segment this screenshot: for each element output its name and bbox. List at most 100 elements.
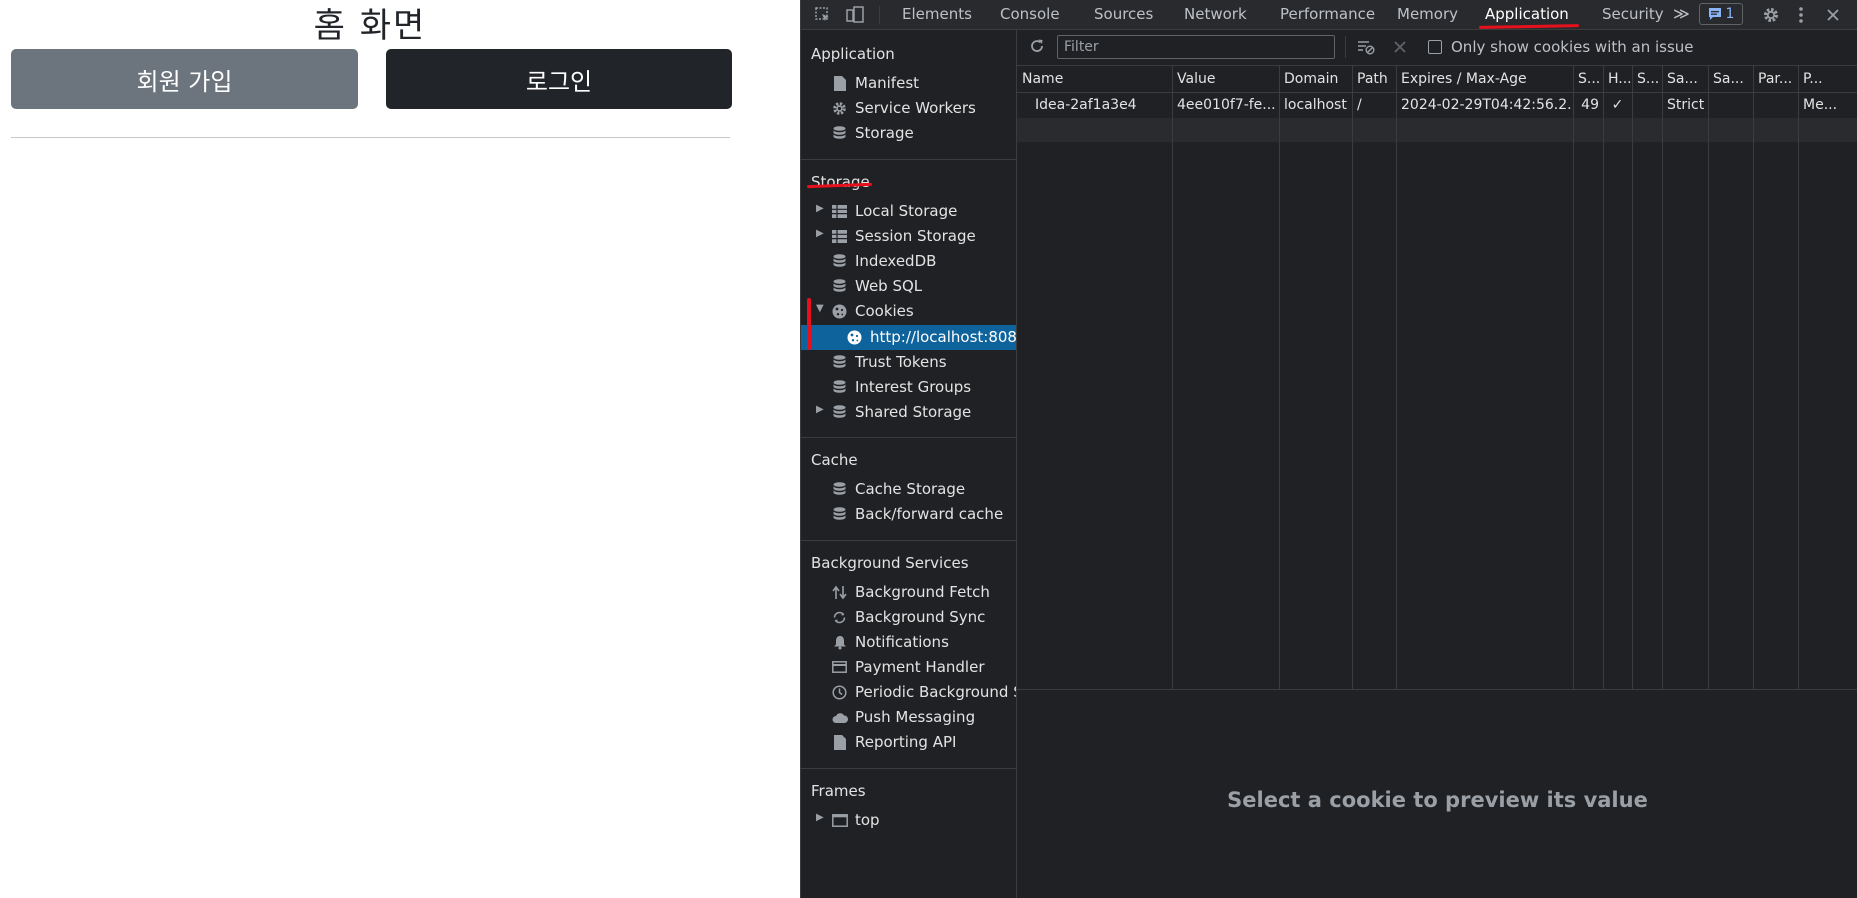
column-header-expires[interactable]: Expires / Max-Age bbox=[1396, 66, 1573, 93]
tab-elements[interactable]: Elements bbox=[902, 0, 972, 29]
sidebar-item-cache-storage[interactable]: Cache Storage bbox=[801, 477, 1016, 502]
sidebar-item-notifications[interactable]: Notifications bbox=[801, 630, 1016, 655]
sidebar-item-storage-overview[interactable]: Storage bbox=[801, 121, 1016, 146]
column-header-secure[interactable]: S... bbox=[1632, 66, 1662, 93]
filter-input[interactable] bbox=[1057, 35, 1335, 59]
sidebar-item-label: Payment Handler bbox=[855, 658, 985, 676]
sidebar-item-service-workers[interactable]: Service Workers bbox=[801, 96, 1016, 121]
cloud-icon bbox=[831, 708, 848, 726]
column-divider bbox=[1632, 66, 1633, 689]
signup-button[interactable]: 회원 가입 bbox=[11, 49, 358, 109]
only-issues-label: Only show cookies with an issue bbox=[1451, 38, 1694, 56]
sidebar-item-interest-groups[interactable]: Interest Groups bbox=[801, 375, 1016, 400]
divider bbox=[11, 137, 730, 138]
sidebar-item-reporting-api[interactable]: Reporting API bbox=[801, 730, 1016, 755]
cell-httponly: ✓ bbox=[1611, 97, 1624, 113]
cell-path: / bbox=[1357, 97, 1362, 113]
sidebar-item-label: Back/forward cache bbox=[855, 505, 1004, 523]
database-icon bbox=[831, 403, 848, 421]
column-divider bbox=[1172, 66, 1173, 689]
sidebar-item-periodic-background-sync[interactable]: Periodic Background Sync bbox=[801, 680, 1016, 705]
sidebar-item-session-storage[interactable]: ▶ Session Storage bbox=[801, 224, 1016, 249]
up-down-arrows-icon bbox=[831, 583, 848, 601]
refresh-icon[interactable] bbox=[1025, 34, 1049, 58]
clock-icon bbox=[831, 683, 848, 701]
sidebar-item-shared-storage[interactable]: ▶ Shared Storage bbox=[801, 400, 1016, 425]
database-icon bbox=[831, 505, 848, 523]
expand-arrow-icon[interactable]: ▶ bbox=[816, 228, 824, 239]
sidebar-item-background-sync[interactable]: Background Sync bbox=[801, 605, 1016, 630]
column-header-priority[interactable]: P... bbox=[1798, 66, 1857, 93]
tab-network[interactable]: Network bbox=[1184, 0, 1247, 29]
login-button[interactable]: 로그인 bbox=[386, 49, 732, 109]
column-header-samesite[interactable]: Sa... bbox=[1662, 66, 1708, 93]
collapse-arrow-icon[interactable]: ▼ bbox=[816, 303, 824, 314]
cell-domain: localhost bbox=[1284, 97, 1347, 113]
close-devtools-icon[interactable] bbox=[1821, 3, 1845, 27]
toolbar-separator bbox=[879, 6, 880, 24]
sidebar-item-label: IndexedDB bbox=[855, 252, 937, 270]
sidebar-item-indexeddb[interactable]: IndexedDB bbox=[801, 249, 1016, 274]
clear-filtered-cookies-icon[interactable] bbox=[1354, 35, 1378, 59]
section-title-storage: Storage bbox=[811, 173, 870, 191]
delete-all-icon[interactable] bbox=[1388, 35, 1412, 59]
column-header-path[interactable]: Path bbox=[1352, 66, 1396, 93]
section-divider bbox=[801, 768, 1016, 769]
tab-sources[interactable]: Sources bbox=[1094, 0, 1153, 29]
sidebar-item-cookie-origin[interactable]: http://localhost:8080 bbox=[801, 325, 1017, 350]
cell-partition-key bbox=[1753, 93, 1798, 118]
only-issues-checkbox[interactable] bbox=[1428, 40, 1442, 54]
column-header-name[interactable]: Name bbox=[1017, 66, 1172, 93]
issues-badge[interactable]: 1 bbox=[1699, 3, 1743, 25]
column-header-size[interactable]: S... bbox=[1573, 66, 1603, 93]
cookie-preview-placeholder: Select a cookie to preview its value bbox=[1227, 788, 1648, 812]
column-header-partition-key[interactable]: Par... bbox=[1753, 66, 1798, 93]
sidebar-item-frame-top[interactable]: ▶ top bbox=[801, 808, 1016, 833]
sidebar-item-label: top bbox=[855, 811, 880, 829]
column-header-domain[interactable]: Domain bbox=[1279, 66, 1352, 93]
section-title-background-services: Background Services bbox=[811, 554, 969, 572]
column-header-httponly[interactable]: H... bbox=[1603, 66, 1632, 93]
device-toolbar-icon[interactable] bbox=[843, 3, 867, 27]
cookie-toolbar: Only show cookies with an issue bbox=[1017, 30, 1857, 66]
expand-arrow-icon[interactable]: ▶ bbox=[816, 812, 824, 823]
inspect-element-icon[interactable] bbox=[811, 3, 835, 27]
sidebar-item-background-fetch[interactable]: Background Fetch bbox=[801, 580, 1016, 605]
sidebar-item-label: Background Sync bbox=[855, 608, 986, 626]
cell-priority: Me... bbox=[1803, 97, 1838, 113]
sidebar-item-back-forward-cache[interactable]: Back/forward cache bbox=[801, 502, 1016, 527]
expand-arrow-icon[interactable]: ▶ bbox=[816, 203, 824, 214]
tab-performance[interactable]: Performance bbox=[1280, 0, 1375, 29]
expand-arrow-icon[interactable]: ▶ bbox=[816, 404, 824, 415]
table-grid-icon bbox=[831, 202, 848, 220]
database-icon bbox=[831, 252, 848, 270]
sidebar-item-push-messaging[interactable]: Push Messaging bbox=[801, 705, 1016, 730]
column-divider bbox=[1603, 66, 1604, 689]
column-header-value[interactable]: Value bbox=[1172, 66, 1279, 93]
table-grid-icon bbox=[831, 227, 848, 245]
column-header-sameparty[interactable]: Sa... bbox=[1708, 66, 1753, 93]
settings-gear-icon[interactable] bbox=[1759, 3, 1783, 27]
sidebar-item-label: http://localhost:8080 bbox=[870, 328, 1017, 346]
bell-icon bbox=[831, 633, 848, 651]
sidebar-item-label: Session Storage bbox=[855, 227, 976, 245]
sidebar-item-manifest[interactable]: Manifest bbox=[801, 71, 1016, 96]
tab-application[interactable]: Application bbox=[1485, 0, 1569, 29]
sidebar-item-cookies[interactable]: ▼ Cookies bbox=[801, 299, 1016, 324]
tab-memory[interactable]: Memory bbox=[1397, 0, 1458, 29]
devtools-toolbar: Elements Console Sources Network Perform… bbox=[801, 0, 1857, 30]
more-tabs-icon[interactable]: ≫ bbox=[1673, 0, 1690, 29]
tab-security[interactable]: Security bbox=[1602, 0, 1664, 29]
sidebar-item-label: Push Messaging bbox=[855, 708, 976, 726]
tab-console[interactable]: Console bbox=[1000, 0, 1060, 29]
cell-expires: 2024-02-29T04:42:56.2... bbox=[1401, 97, 1573, 113]
sidebar-item-payment-handler[interactable]: Payment Handler bbox=[801, 655, 1016, 680]
annotation-marker bbox=[807, 298, 811, 350]
sidebar-item-trust-tokens[interactable]: Trust Tokens bbox=[801, 350, 1016, 375]
sidebar-item-local-storage[interactable]: ▶ Local Storage bbox=[801, 199, 1016, 224]
column-divider bbox=[1352, 66, 1353, 689]
section-title-application: Application bbox=[811, 45, 895, 63]
sidebar-item-web-sql[interactable]: Web SQL bbox=[801, 274, 1016, 299]
sidebar-item-label: Shared Storage bbox=[855, 403, 972, 421]
more-options-icon[interactable] bbox=[1789, 3, 1813, 27]
